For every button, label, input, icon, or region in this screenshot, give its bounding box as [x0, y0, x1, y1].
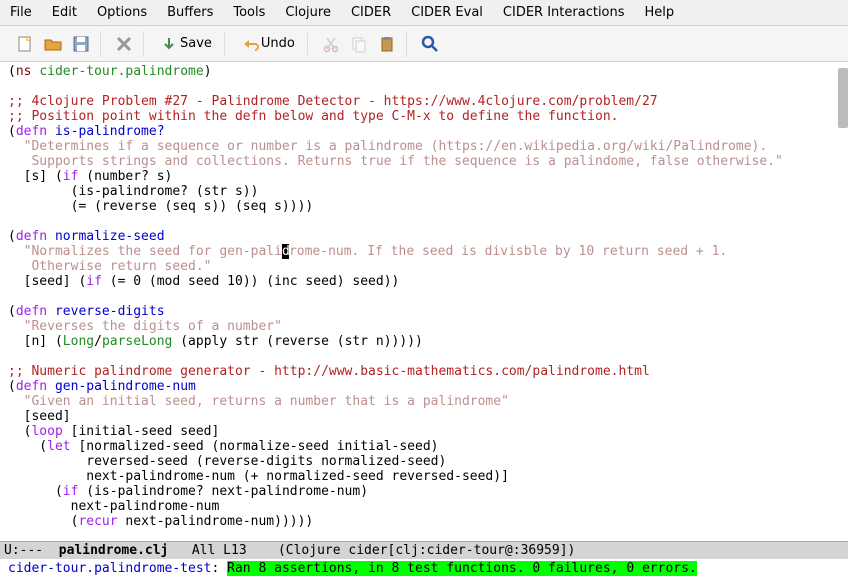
open-file-button[interactable] [40, 31, 66, 57]
menu-file[interactable]: File [0, 1, 42, 24]
search-button[interactable] [417, 31, 443, 57]
menu-cider[interactable]: CIDER [341, 1, 401, 24]
menu-clojure[interactable]: Clojure [275, 1, 341, 24]
menu-buffers[interactable]: Buffers [157, 1, 223, 24]
save-file-button[interactable] [68, 31, 94, 57]
modeline: U:--- palindrome.clj All L13 (Clojure ci… [0, 541, 848, 559]
cut-button[interactable] [318, 31, 344, 57]
editor-area[interactable]: (ns cider-tour.palindrome) ;; 4clojure P… [0, 62, 848, 541]
save-icon [160, 35, 178, 53]
menubar: File Edit Options Buffers Tools Clojure … [0, 0, 848, 26]
modeline-filename: palindrome.clj [59, 543, 169, 558]
new-file-button[interactable] [12, 31, 38, 57]
menu-tools[interactable]: Tools [223, 1, 275, 24]
save-button[interactable]: Save [154, 33, 218, 55]
menu-cider-interactions[interactable]: CIDER Interactions [493, 1, 635, 24]
toolbar: Save Undo [0, 26, 848, 62]
undo-button[interactable]: Undo [235, 33, 301, 55]
scrollbar-thumb[interactable] [838, 68, 848, 128]
paste-button[interactable] [374, 31, 400, 57]
text-cursor: d [282, 244, 289, 259]
save-label: Save [180, 36, 212, 51]
test-namespace: cider-tour.palindrome-test [8, 561, 212, 576]
menu-cider-eval[interactable]: CIDER Eval [401, 1, 493, 24]
menu-options[interactable]: Options [87, 1, 157, 24]
menu-help[interactable]: Help [635, 1, 685, 24]
cancel-button[interactable] [111, 31, 137, 57]
minibuffer: cider-tour.palindrome-test: Ran 8 assert… [0, 559, 848, 577]
undo-icon [241, 35, 259, 53]
undo-label: Undo [261, 36, 295, 51]
copy-button[interactable] [346, 31, 372, 57]
test-result: Ran 8 assertions, in 8 test functions. 0… [227, 561, 697, 576]
menu-edit[interactable]: Edit [42, 1, 87, 24]
